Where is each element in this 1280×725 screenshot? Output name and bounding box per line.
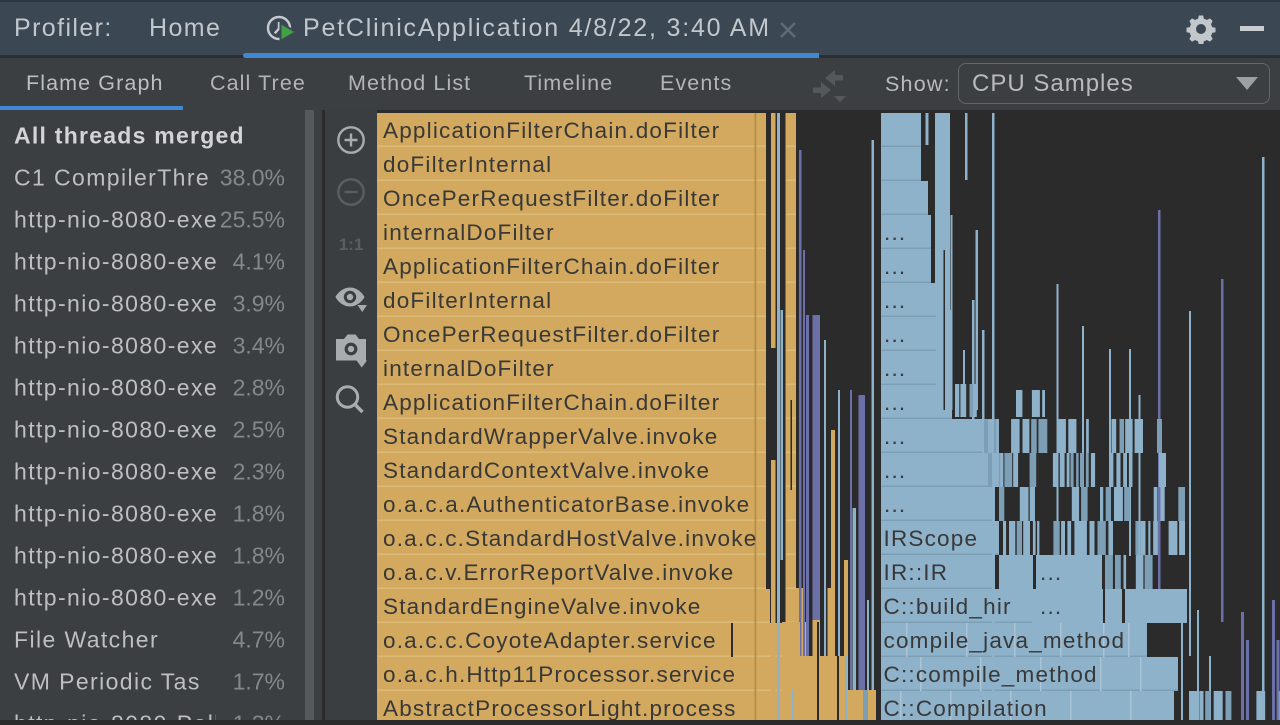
svg-text:IRScope: IRScope [884,526,979,551]
svg-text:ApplicationFilterChain.doFilte: ApplicationFilterChain.doFilter [383,118,720,143]
svg-text:AbstractProcessorLight.process: AbstractProcessorLight.process [383,696,737,720]
svg-text:...: ... [1040,560,1062,585]
svg-text:ApplicationFilterChain.doFilte: ApplicationFilterChain.doFilter [383,254,720,279]
svg-text:...: ... [1040,594,1062,619]
svg-text:...: ... [884,220,906,245]
svg-text:internalDoFilter: internalDoFilter [383,220,555,245]
svg-text:C::Compilation: C::Compilation [884,696,1048,720]
svg-text:o.a.c.c.CoyoteAdapter.service: o.a.c.c.CoyoteAdapter.service [383,628,717,653]
svg-text:...: ... [884,356,906,381]
svg-text:StandardContextValve.invoke: StandardContextValve.invoke [383,458,710,483]
svg-text:StandardEngineValve.invoke: StandardEngineValve.invoke [383,594,701,619]
svg-text:o.a.c.h.Http11Processor.servic: o.a.c.h.Http11Processor.service [383,662,736,687]
svg-text:...: ... [884,424,906,449]
svg-text:ApplicationFilterChain.doFilte: ApplicationFilterChain.doFilter [383,390,720,415]
svg-text:...: ... [884,322,906,347]
svg-text:OncePerRequestFilter.doFilter: OncePerRequestFilter.doFilter [383,186,720,211]
svg-text:doFilterInternal: doFilterInternal [383,288,552,313]
svg-text:...: ... [884,458,906,483]
svg-text:1:1: 1:1 [338,235,363,254]
svg-text:OncePerRequestFilter.doFilter: OncePerRequestFilter.doFilter [383,322,720,347]
svg-text:StandardWrapperValve.invoke: StandardWrapperValve.invoke [383,424,719,449]
svg-text:o.a.c.v.ErrorReportValve.invok: o.a.c.v.ErrorReportValve.invoke [383,560,735,585]
svg-text:...: ... [884,288,906,313]
svg-text:...: ... [884,254,906,279]
svg-text:IR::IR: IR::IR [884,560,949,585]
svg-text:doFilterInternal: doFilterInternal [383,152,552,177]
svg-text:...: ... [884,390,906,415]
svg-text:o.a.c.c.StandardHostValve.invo: o.a.c.c.StandardHostValve.invoke [383,526,757,551]
svg-text:C::compile_method: C::compile_method [884,662,1098,687]
svg-text:C::build_hir: C::build_hir [884,594,1012,619]
svg-text:internalDoFilter: internalDoFilter [383,356,555,381]
svg-text:compile_java_method: compile_java_method [884,628,1126,653]
svg-text:...: ... [884,492,906,517]
svg-text:o.a.c.a.AuthenticatorBase.invo: o.a.c.a.AuthenticatorBase.invoke [383,492,750,517]
